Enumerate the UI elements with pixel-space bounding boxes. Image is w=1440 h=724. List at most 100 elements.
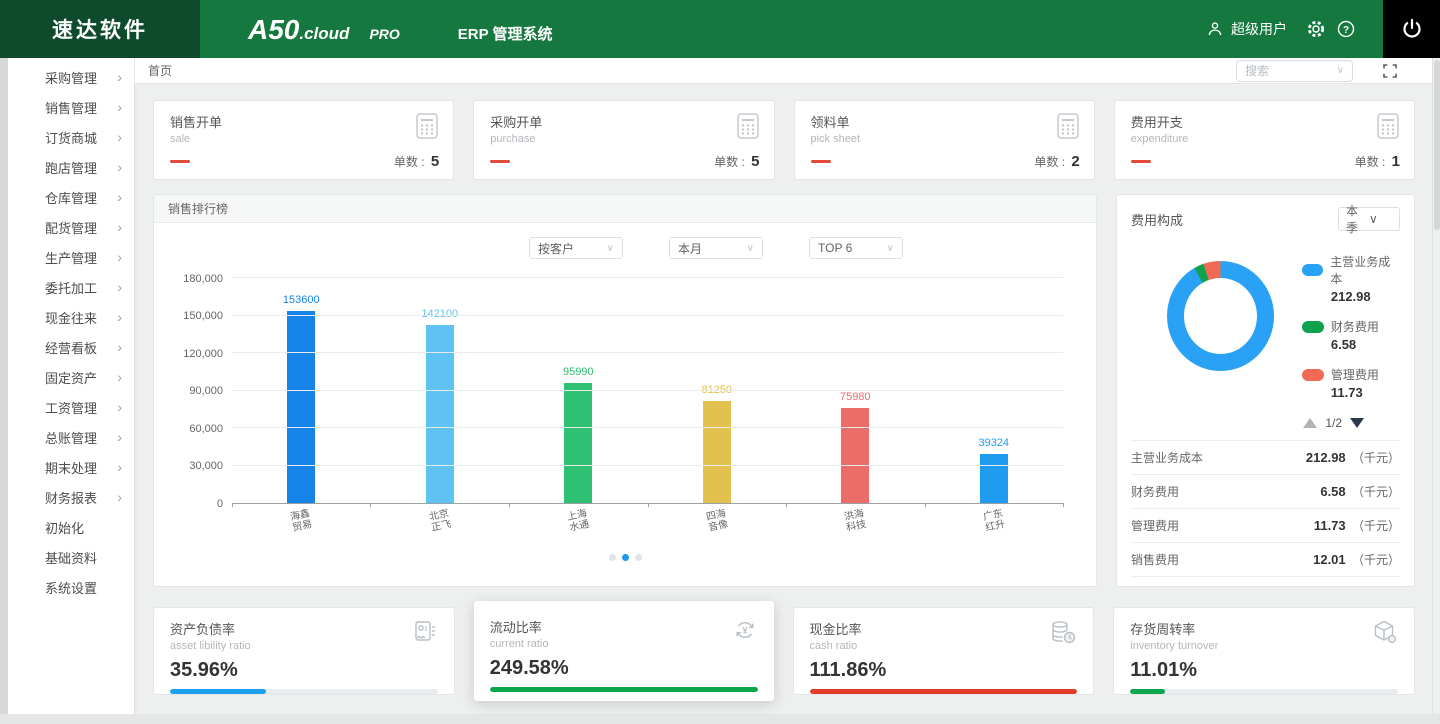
vertical-scrollbar[interactable]	[1432, 58, 1440, 714]
sidebar-item-label: 工资管理	[45, 398, 117, 417]
page-indicator: 1/2	[1325, 416, 1342, 430]
expense-row-label: 主营业务成本	[1131, 449, 1203, 466]
ratio-value: 249.58%	[490, 657, 758, 680]
sidebar-item[interactable]: 委托加工	[8, 272, 134, 302]
coins-clock-icon	[1049, 619, 1077, 652]
legend-item[interactable]: 主营业务成本 212.98	[1302, 253, 1400, 304]
expense-row: 财务费用 6.58 （千元）	[1131, 475, 1400, 509]
chevron-right-icon	[117, 340, 122, 354]
sidebar-item[interactable]: 固定资产	[8, 362, 134, 392]
header-right: 超级用户 ?	[1206, 0, 1440, 58]
svg-text:¥: ¥	[742, 626, 748, 637]
sidebar-item[interactable]: 期末处理	[8, 452, 134, 482]
sidebar-item[interactable]: 仓库管理	[8, 182, 134, 212]
chevron-right-icon	[117, 280, 122, 294]
chevron-right-icon	[117, 220, 122, 234]
expense-row-value: 6.58	[1320, 484, 1345, 499]
stat-card[interactable]: 采购开单 purchase 单数 : 5	[473, 100, 774, 180]
expense-row-value: 212.98	[1306, 450, 1346, 465]
stat-count-label: 单数 :	[1355, 155, 1389, 169]
sales-filter-period[interactable]: 本月	[669, 237, 763, 259]
expense-row-value: 11.73	[1314, 518, 1346, 533]
sidebar-item[interactable]: 销售管理	[8, 92, 134, 122]
expense-donut-chart[interactable]	[1167, 261, 1274, 371]
sidebar-item-label: 系统设置	[45, 578, 117, 597]
carousel-dot-2[interactable]	[622, 554, 629, 561]
sidebar-item[interactable]: 财务报表	[8, 482, 134, 512]
calculator-icon	[415, 112, 439, 145]
sidebar-item[interactable]: 工资管理	[8, 392, 134, 422]
ratio-value: 11.01%	[1130, 659, 1398, 682]
ratio-card: 现金比率 cash ratio 111.86%	[793, 607, 1095, 695]
stat-card-title: 销售开单	[170, 112, 222, 131]
stat-card[interactable]: 费用开支 expenditure 单数 : 1	[1114, 100, 1415, 180]
product-name: A50	[248, 14, 299, 46]
system-name: ERP 管理系统	[458, 23, 553, 44]
gear-icon[interactable]	[1301, 19, 1331, 39]
legend-swatch	[1302, 264, 1323, 276]
bar-5[interactable]	[841, 408, 869, 503]
sidebar-item[interactable]: 初始化	[8, 512, 134, 542]
fullscreen-icon[interactable]	[1382, 63, 1398, 79]
expense-row: 主营业务成本 212.98 （千元）	[1131, 441, 1400, 475]
bar-1[interactable]	[287, 311, 315, 503]
sidebar-item[interactable]: 基础资料	[8, 542, 134, 572]
sidebar-item[interactable]: 采购管理	[8, 62, 134, 92]
sales-ranking-panel: 销售排行榜 按客户本月TOP 6 15360014210095990812507…	[153, 194, 1097, 587]
sidebar-item[interactable]: 总账管理	[8, 422, 134, 452]
sidebar-scrollbar[interactable]	[0, 58, 8, 724]
carousel-dot-1[interactable]	[609, 554, 616, 561]
ratio-progress-fill	[170, 689, 266, 694]
sidebar-item[interactable]: 系统设置	[8, 572, 134, 602]
sales-filters: 按客户 本月 TOP 6	[154, 237, 1096, 259]
sidebar-item[interactable]: 经营看板	[8, 332, 134, 362]
ratio-progress-track	[810, 689, 1078, 694]
ratio-card-subtitle: inventory turnover	[1130, 640, 1218, 652]
chevron-down-icon	[887, 243, 894, 254]
carousel-dot-3[interactable]	[635, 554, 642, 561]
bar-3[interactable]	[564, 383, 592, 503]
refresh-yuan-icon: ¥	[732, 617, 758, 650]
sidebar-item[interactable]: 配货管理	[8, 212, 134, 242]
sidebar-item-label: 配货管理	[45, 218, 117, 237]
sidebar-item[interactable]: 现金往来	[8, 302, 134, 332]
page-up-icon[interactable]	[1303, 418, 1317, 428]
expense-row-label: 财务费用	[1131, 483, 1179, 500]
search-select[interactable]: 搜索	[1236, 60, 1353, 82]
product-suffix: .cloud	[299, 24, 349, 44]
legend-item[interactable]: 财务费用 6.58	[1302, 318, 1400, 352]
power-button[interactable]	[1383, 0, 1440, 58]
y-axis-tick-label: 30,000	[189, 460, 223, 472]
sidebar-item[interactable]: 跑店管理	[8, 152, 134, 182]
expense-period-select[interactable]: 本季	[1338, 207, 1400, 231]
user-menu[interactable]: 超级用户	[1206, 19, 1287, 39]
sidebar-item-label: 初始化	[45, 518, 117, 537]
sales-filter-dimension[interactable]: 按客户	[529, 237, 623, 259]
red-dash	[490, 160, 510, 163]
bar-6[interactable]	[980, 454, 1008, 503]
help-icon[interactable]: ?	[1331, 19, 1361, 39]
expense-row-list: 主营业务成本 212.98 （千元） 财务费用 6.58 （千元） 管理费用 1…	[1131, 440, 1400, 577]
power-icon	[1400, 17, 1424, 41]
ratio-progress-track	[490, 687, 758, 692]
chevron-right-icon	[117, 100, 122, 114]
legend-swatch	[1302, 321, 1324, 333]
ratio-card-row: 资产负债率 asset libility ratio 35.96% 流动比率 c…	[153, 601, 1415, 701]
sidebar-item[interactable]: 生产管理	[8, 242, 134, 272]
stat-count-value: 5	[431, 153, 439, 170]
user-name: 超级用户	[1231, 19, 1287, 39]
expense-row-unit: （千元）	[1349, 519, 1400, 533]
bar-4[interactable]	[703, 401, 731, 503]
horizontal-scrollbar[interactable]	[0, 714, 1440, 724]
sales-filter-topn[interactable]: TOP 6	[809, 237, 903, 259]
sidebar-item[interactable]: 订货商城	[8, 122, 134, 152]
page-down-icon[interactable]	[1350, 418, 1364, 428]
breadcrumb[interactable]: 首页	[148, 62, 172, 79]
ratio-progress-track	[1130, 689, 1398, 694]
stat-card[interactable]: 销售开单 sale 单数 : 5	[153, 100, 454, 180]
calculator-icon	[1376, 112, 1400, 145]
calculator-icon	[1056, 112, 1080, 145]
stat-card[interactable]: 领料单 pick sheet 单数 : 2	[794, 100, 1095, 180]
red-dash	[1131, 160, 1151, 163]
legend-item[interactable]: 管理费用 11.73	[1302, 366, 1400, 400]
